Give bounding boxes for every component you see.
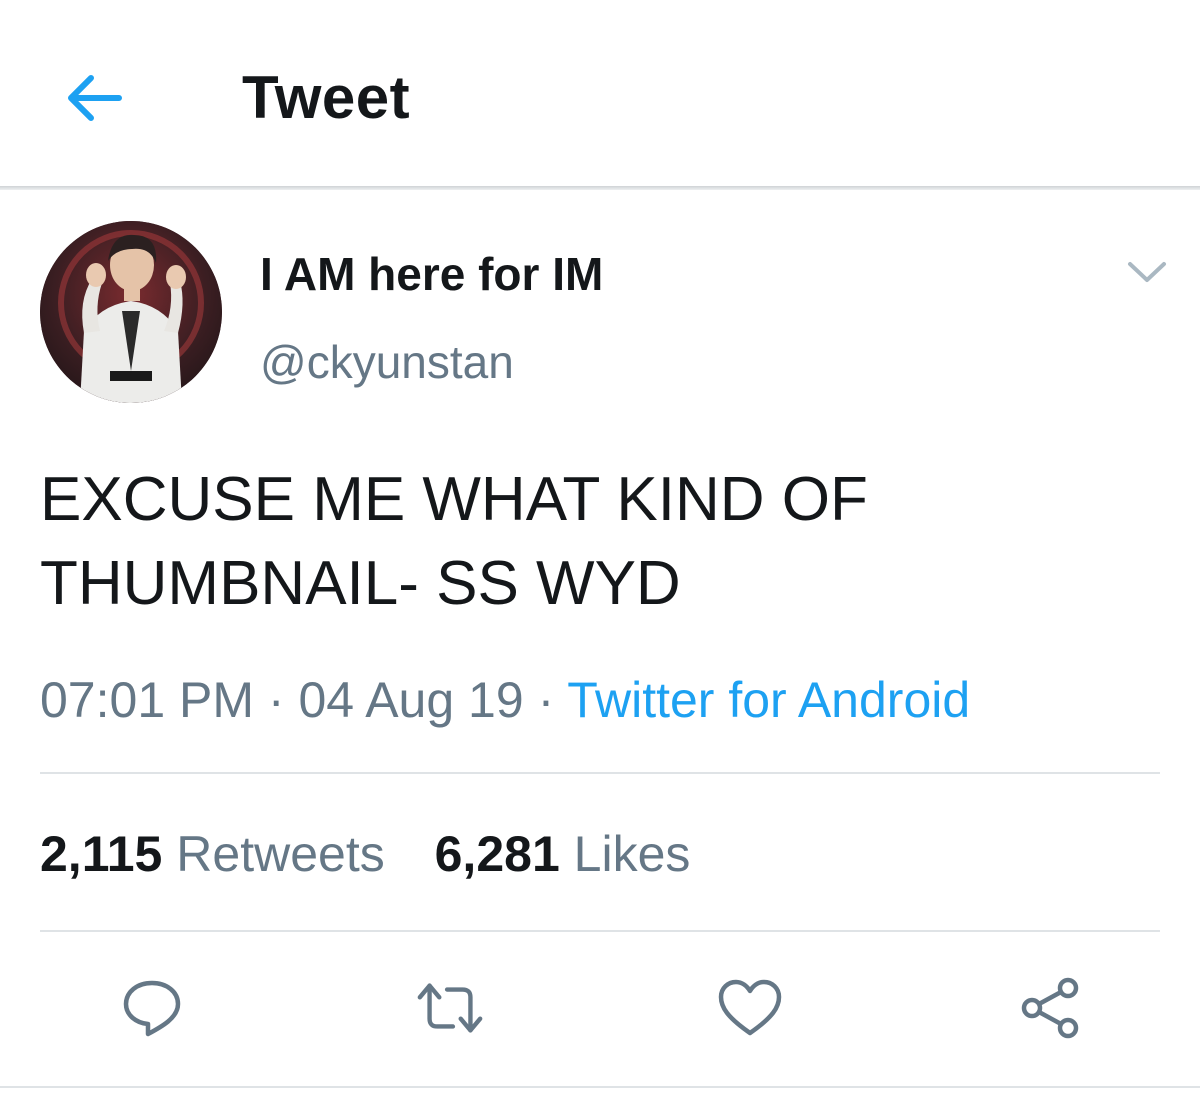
display-name[interactable]: I AM here for IM — [260, 244, 603, 304]
arrow-left-icon — [68, 75, 122, 121]
share-icon — [1021, 977, 1079, 1039]
divider — [40, 930, 1160, 932]
user-handle[interactable]: @ckyunstan — [260, 332, 514, 392]
like-icon — [718, 979, 782, 1036]
bottom-divider — [0, 1086, 1200, 1088]
page-title: Tweet — [242, 64, 411, 131]
avatar-photo — [40, 221, 222, 403]
tweet-source-link[interactable]: Twitter for Android — [567, 672, 970, 728]
tweet-time: 07:01 PM — [40, 672, 255, 728]
retweets-label: Retweets — [176, 826, 385, 882]
meta-separator: · — [523, 672, 568, 728]
more-options-button[interactable] — [1120, 252, 1174, 292]
reply-icon — [123, 980, 181, 1037]
retweets-stat[interactable]: 2,115 Retweets — [40, 822, 385, 886]
share-button[interactable] — [1014, 972, 1086, 1044]
tweet-text-line-2: THUMBNAIL- SS WYD — [40, 549, 681, 618]
tweet-date: 04 Aug 19 — [298, 672, 524, 728]
retweet-button[interactable] — [414, 972, 486, 1044]
like-button[interactable] — [714, 972, 786, 1044]
back-button[interactable] — [58, 66, 128, 130]
top-app-bar: Tweet — [0, 0, 1200, 186]
header-divider — [0, 186, 1200, 190]
tweet-text-line-1: EXCUSE ME WHAT KIND OF — [40, 465, 868, 534]
tweet-stats: 2,115 Retweets 6,281 Likes — [40, 822, 726, 886]
divider — [40, 772, 1160, 774]
retweets-count: 2,115 — [40, 826, 163, 882]
tweet-text: EXCUSE ME WHAT KIND OF THUMBNAIL- SS WYD — [40, 458, 1160, 626]
likes-stat[interactable]: 6,281 Likes — [435, 822, 691, 886]
chevron-down-icon — [1128, 262, 1166, 282]
likes-label: Likes — [573, 826, 691, 882]
meta-separator: · — [254, 672, 299, 728]
reply-button[interactable] — [116, 972, 188, 1044]
avatar[interactable] — [40, 221, 222, 403]
retweet-icon — [417, 983, 483, 1033]
tweet-meta: 07:01 PM · 04 Aug 19 · Twitter for Andro… — [40, 668, 970, 732]
likes-count: 6,281 — [434, 826, 560, 882]
